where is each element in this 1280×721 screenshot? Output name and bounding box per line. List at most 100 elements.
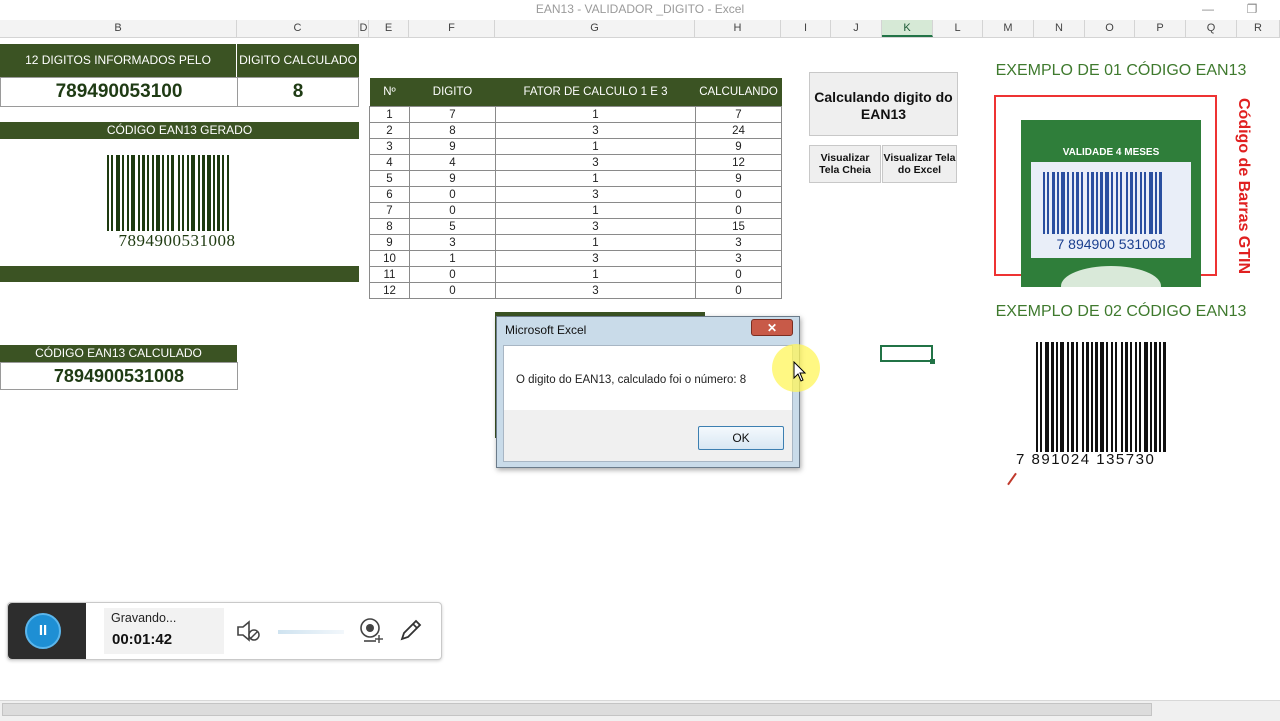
cell-fator[interactable]: 3 (495, 186, 696, 203)
barcode-bar (182, 155, 184, 231)
cell-n[interactable]: 8 (369, 218, 410, 235)
selected-cell[interactable] (880, 345, 933, 362)
calc-ean13-button[interactable]: Calculando digito do EAN13 (809, 72, 958, 136)
column-header-m[interactable]: M (983, 20, 1034, 37)
cell-n[interactable]: 10 (369, 250, 410, 267)
cell-calculando[interactable]: 0 (695, 202, 782, 219)
table-row: 9313 (369, 234, 782, 251)
example1-package-detail (1061, 266, 1161, 287)
cell-calculando[interactable]: 0 (695, 266, 782, 283)
barcode-bar (1116, 172, 1118, 234)
digits-value-cell[interactable]: 789490053100 (0, 77, 238, 107)
excel-view-button[interactable]: Visualizar Tela do Excel (882, 145, 957, 183)
minimize-icon[interactable]: — (1196, 0, 1220, 20)
calculated-value-cell[interactable]: 7894900531008 (0, 362, 238, 390)
table-row: 10 1 3 3 (369, 250, 782, 267)
cell-digito[interactable]: 3 (409, 234, 496, 251)
barcode-bar (1135, 172, 1137, 234)
cell-fator[interactable]: 1 (495, 106, 696, 123)
cell-n[interactable]: 4 (369, 154, 410, 171)
cell-n[interactable]: 2 (369, 122, 410, 139)
cell-digito[interactable]: 4 (409, 154, 496, 171)
horizontal-scrollbar-thumb[interactable] (2, 703, 1152, 716)
cell-calculando[interactable]: 7 (695, 106, 782, 123)
cell-n[interactable]: 5 (369, 170, 410, 187)
dialog-body: O digito do EAN13, calculado foi o númer… (503, 345, 793, 462)
column-header-k[interactable]: K (882, 20, 933, 37)
column-header-g[interactable]: G (495, 20, 695, 37)
mute-speaker-icon[interactable] (236, 619, 262, 643)
barcode-bar (1045, 342, 1049, 452)
cell-digito[interactable]: 9 (409, 138, 496, 155)
cell-calculando[interactable]: 24 (695, 122, 782, 139)
column-header-i[interactable]: I (781, 20, 831, 37)
cell-calculando[interactable]: 9 (695, 138, 782, 155)
cell-fator[interactable]: 1 (495, 170, 696, 187)
cell-n[interactable]: 3 (369, 138, 410, 155)
cell-digito[interactable]: 5 (409, 218, 496, 235)
column-header-h[interactable]: H (695, 20, 781, 37)
cell-n[interactable]: 1 (369, 106, 410, 123)
cell-fator[interactable]: 3 (495, 154, 696, 171)
cell-calculando[interactable]: 3 (695, 250, 782, 267)
fill-handle[interactable] (930, 359, 935, 364)
column-header-l[interactable]: L (933, 20, 983, 37)
pause-button[interactable]: II (25, 613, 61, 649)
cell-digito[interactable]: 7 (409, 106, 496, 123)
cell-digito[interactable]: 0 (409, 266, 496, 283)
column-header-n[interactable]: N (1034, 20, 1085, 37)
barcode-bar (1130, 172, 1133, 234)
cell-calculando[interactable]: 9 (695, 170, 782, 187)
webcam-icon[interactable] (358, 617, 384, 645)
cell-n[interactable]: 9 (369, 234, 410, 251)
column-header-j[interactable]: J (831, 20, 882, 37)
column-header-e[interactable]: E (369, 20, 409, 37)
cell-fator[interactable]: 3 (495, 250, 696, 267)
calc-digit-cell[interactable]: 8 (237, 77, 359, 107)
cell-fator[interactable]: 1 (495, 234, 696, 251)
column-header-c[interactable]: C (237, 20, 359, 37)
cell-n[interactable]: 7 (369, 202, 410, 219)
cell-calculando[interactable]: 0 (695, 282, 782, 299)
column-header-f[interactable]: F (409, 20, 495, 37)
cell-fator[interactable]: 3 (495, 218, 696, 235)
cell-digito[interactable]: 0 (409, 202, 496, 219)
ok-button[interactable]: OK (698, 426, 784, 450)
column-header-q[interactable]: Q (1186, 20, 1237, 37)
column-header-o[interactable]: O (1085, 20, 1135, 37)
example1-side-label-box: Código de Barras GTIN (1230, 98, 1252, 288)
full-screen-button[interactable]: Visualizar Tela Cheia (809, 145, 881, 183)
cell-digito[interactable]: 1 (409, 250, 496, 267)
restore-icon[interactable]: ❐ (1240, 0, 1264, 20)
column-header-p[interactable]: P (1135, 20, 1186, 37)
column-header-d[interactable]: D (359, 20, 369, 37)
cell-fator[interactable]: 1 (495, 266, 696, 283)
recorder-control-area: II (8, 603, 86, 659)
barcode-bar (213, 155, 215, 231)
cell-n[interactable]: 12 (369, 282, 410, 299)
cell-fator[interactable]: 1 (495, 202, 696, 219)
cell-calculando[interactable]: 0 (695, 186, 782, 203)
column-header-b[interactable]: B (0, 20, 237, 37)
barcode-bar (171, 155, 174, 231)
cell-digito[interactable]: 0 (409, 186, 496, 203)
cell-calculando[interactable]: 3 (695, 234, 782, 251)
example2-barcode (1036, 342, 1206, 452)
cell-fator[interactable]: 3 (495, 282, 696, 299)
barcode-bar (1057, 172, 1059, 234)
volume-slider[interactable] (278, 630, 344, 634)
cell-digito[interactable]: 9 (409, 170, 496, 187)
barcode-bar (142, 155, 145, 231)
cell-n[interactable]: 6 (369, 186, 410, 203)
cell-digito[interactable]: 8 (409, 122, 496, 139)
dialog-close-button[interactable]: ✕ (751, 319, 793, 336)
column-header-r[interactable]: R (1237, 20, 1280, 37)
cell-fator[interactable]: 3 (495, 122, 696, 139)
cell-fator[interactable]: 1 (495, 138, 696, 155)
cell-calculando[interactable]: 12 (695, 154, 782, 171)
pen-draw-icon[interactable] (398, 617, 424, 643)
cell-n[interactable]: 11 (369, 266, 410, 283)
cell-digito[interactable]: 0 (409, 282, 496, 299)
example1-barcode-label: 7 894900 531008 (1031, 162, 1191, 258)
cell-calculando[interactable]: 15 (695, 218, 782, 235)
